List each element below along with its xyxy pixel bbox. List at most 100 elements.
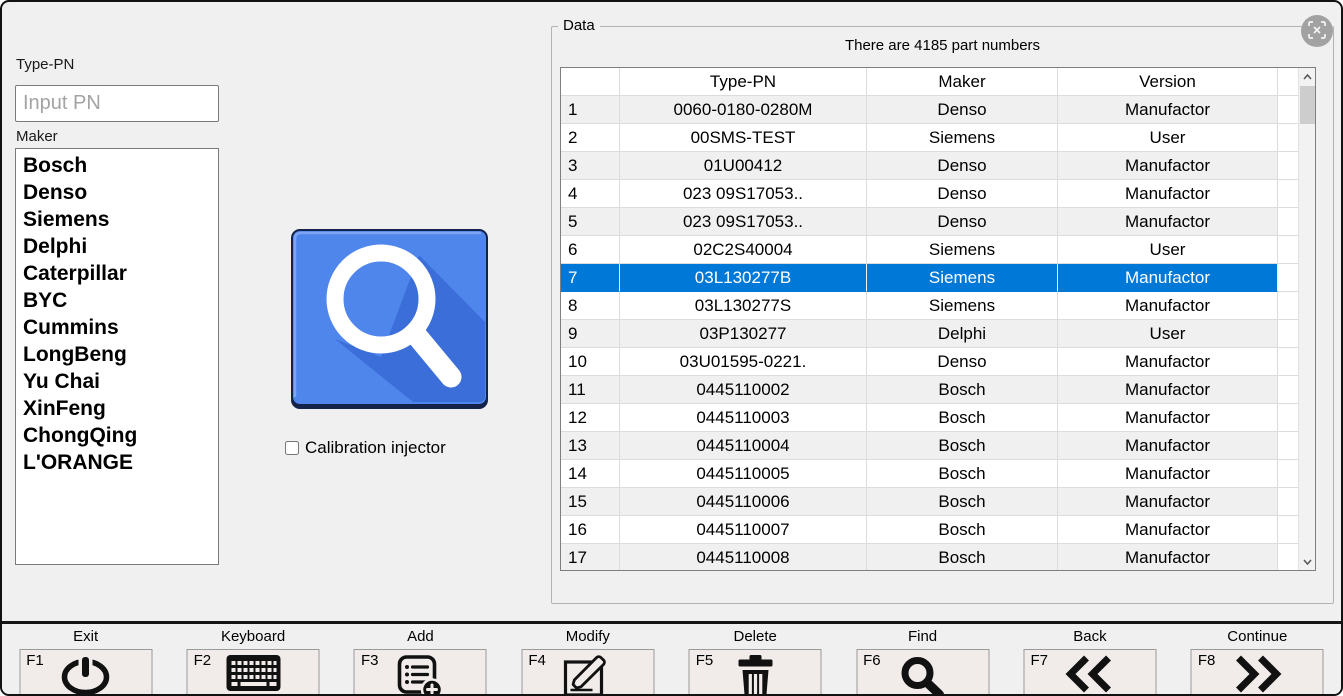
table-row[interactable]: 1 0060-0180-0280M Denso Manufactor: [561, 96, 1298, 124]
cell-filler: [1278, 292, 1298, 320]
double-chevron-left-icon: [1063, 655, 1117, 693]
cell-filler: [1278, 460, 1298, 488]
data-groupbox: Data There are 4185 part numbers Type-PN…: [551, 26, 1334, 604]
cell-type-pn: 03P130277: [620, 320, 867, 348]
table-row[interactable]: 16 0445110007 Bosch Manufactor: [561, 516, 1298, 544]
table-row[interactable]: 7 03L130277B Siemens Manufactor: [561, 264, 1298, 292]
cell-version: Manufactor: [1058, 348, 1278, 376]
cell-filler: [1278, 432, 1298, 460]
cell-maker: Denso: [867, 96, 1058, 124]
continue-button[interactable]: F8: [1191, 649, 1324, 696]
cell-type-pn: 0445110003: [620, 404, 867, 432]
cell-type-pn: 00SMS-TEST: [620, 124, 867, 152]
cell-filler: [1278, 320, 1298, 348]
cell-rownum: 9: [561, 320, 620, 348]
cell-rownum: 7: [561, 264, 620, 292]
column-header-version[interactable]: Version: [1058, 68, 1278, 96]
maker-list-item[interactable]: L'ORANGE: [16, 449, 218, 476]
data-groupbox-title: Data: [558, 17, 600, 34]
back-button[interactable]: F7: [1023, 649, 1156, 696]
maker-list-item[interactable]: ChongQing: [16, 422, 218, 449]
maker-list-item[interactable]: Delphi: [16, 233, 218, 260]
delete-button[interactable]: F5: [689, 649, 822, 696]
table-content: Type-PN Maker Version 1 0060-0180-0280M …: [561, 68, 1298, 570]
keyboard-label: Keyboard: [169, 628, 336, 645]
table-row[interactable]: 9 03P130277 Delphi User: [561, 320, 1298, 348]
maker-list-item[interactable]: LongBeng: [16, 341, 218, 368]
table-row[interactable]: 3 01U00412 Denso Manufactor: [561, 152, 1298, 180]
cell-type-pn: 02C2S40004: [620, 236, 867, 264]
maker-list-item[interactable]: BYC: [16, 287, 218, 314]
cell-rownum: 8: [561, 292, 620, 320]
cell-type-pn: 0060-0180-0280M: [620, 96, 867, 124]
cell-maker: Siemens: [867, 264, 1058, 292]
part-number-table: Type-PN Maker Version 1 0060-0180-0280M …: [560, 67, 1316, 571]
function-key-toolbar: Exit F1 Keyboard F2: [2, 621, 1341, 694]
cell-maker: Bosch: [867, 404, 1058, 432]
cell-filler: [1278, 236, 1298, 264]
cell-rownum: 11: [561, 376, 620, 404]
maker-list-item[interactable]: Denso: [16, 179, 218, 206]
table-row[interactable]: 14 0445110005 Bosch Manufactor: [561, 460, 1298, 488]
maker-list-item[interactable]: Cummins: [16, 314, 218, 341]
scroll-up-icon[interactable]: [1299, 68, 1316, 85]
table-row[interactable]: 17 0445110008 Bosch Manufactor: [561, 544, 1298, 571]
table-header-row: Type-PN Maker Version: [561, 68, 1298, 96]
table-row[interactable]: 12 0445110003 Bosch Manufactor: [561, 404, 1298, 432]
cell-filler: [1278, 404, 1298, 432]
cell-type-pn: 0445110004: [620, 432, 867, 460]
column-header-maker[interactable]: Maker: [867, 68, 1058, 96]
fullscreen-capture-button[interactable]: [1301, 15, 1333, 47]
cell-version: Manufactor: [1058, 96, 1278, 124]
maker-list-item[interactable]: Yu Chai: [16, 368, 218, 395]
add-button[interactable]: F3: [354, 649, 487, 696]
cell-rownum: 2: [561, 124, 620, 152]
calibration-label: Calibration injector: [305, 438, 446, 458]
cell-filler: [1278, 544, 1298, 571]
type-pn-label: Type-PN: [16, 56, 74, 73]
column-header-type-pn[interactable]: Type-PN: [620, 68, 867, 96]
cell-version: Manufactor: [1058, 432, 1278, 460]
column-header-rownum[interactable]: [561, 68, 620, 96]
cell-version: Manufactor: [1058, 208, 1278, 236]
power-icon: [59, 655, 113, 696]
table-row[interactable]: 15 0445110006 Bosch Manufactor: [561, 488, 1298, 516]
table-row[interactable]: 10 03U01595-0221. Denso Manufactor: [561, 348, 1298, 376]
toolbar-slot-add: Add F3: [337, 624, 504, 694]
cell-version: Manufactor: [1058, 544, 1278, 571]
table-row[interactable]: 4 023 09S17053.. Denso Manufactor: [561, 180, 1298, 208]
cell-type-pn: 03L130277S: [620, 292, 867, 320]
exit-button[interactable]: F1: [19, 649, 152, 696]
maker-list-item[interactable]: Siemens: [16, 206, 218, 233]
search-button[interactable]: [291, 229, 488, 409]
keyboard-button[interactable]: F2: [187, 649, 320, 696]
maker-list-item[interactable]: Bosch: [16, 152, 218, 179]
cell-maker: Bosch: [867, 488, 1058, 516]
table-row[interactable]: 2 00SMS-TEST Siemens User: [561, 124, 1298, 152]
cell-type-pn: 03U01595-0221.: [620, 348, 867, 376]
toolbar-slot-exit: Exit F1: [2, 624, 169, 694]
table-row[interactable]: 6 02C2S40004 Siemens User: [561, 236, 1298, 264]
column-header-filler: [1278, 68, 1298, 96]
maker-list-item[interactable]: Caterpillar: [16, 260, 218, 287]
maker-list-item[interactable]: XinFeng: [16, 395, 218, 422]
f4-key-label: F4: [528, 652, 546, 669]
calibration-checkbox[interactable]: [285, 441, 299, 455]
cell-version: Manufactor: [1058, 180, 1278, 208]
find-button[interactable]: F6: [856, 649, 989, 696]
cell-version: Manufactor: [1058, 292, 1278, 320]
table-row[interactable]: 8 03L130277S Siemens Manufactor: [561, 292, 1298, 320]
table-row[interactable]: 11 0445110002 Bosch Manufactor: [561, 376, 1298, 404]
scroll-down-icon[interactable]: [1299, 553, 1316, 570]
fullscreen-capture-icon: [1308, 21, 1326, 42]
table-row[interactable]: 13 0445110004 Bosch Manufactor: [561, 432, 1298, 460]
vertical-scrollbar[interactable]: [1298, 68, 1315, 570]
table-row[interactable]: 5 023 09S17053.. Denso Manufactor: [561, 208, 1298, 236]
maker-listbox: Bosch Denso Siemens Delphi Caterpillar B…: [15, 148, 219, 565]
cell-maker: Bosch: [867, 544, 1058, 571]
cell-maker: Delphi: [867, 320, 1058, 348]
pn-search-input[interactable]: [15, 85, 219, 122]
modify-button[interactable]: F4: [521, 649, 654, 696]
scrollbar-thumb[interactable]: [1300, 86, 1315, 124]
cell-rownum: 6: [561, 236, 620, 264]
